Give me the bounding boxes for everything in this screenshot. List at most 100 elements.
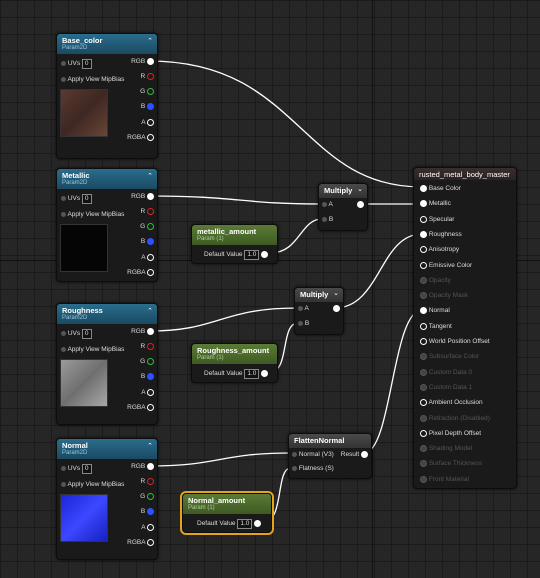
material-input-anisotropy[interactable]: Anisotropy — [420, 246, 459, 253]
output-pin-icon[interactable] — [147, 508, 154, 515]
collapse-chevron-icon[interactable]: ⌃ — [147, 307, 153, 315]
output-pin-icon[interactable] — [147, 223, 154, 230]
uvs-value-field[interactable]: 0 — [81, 59, 92, 69]
material-input-tangent[interactable]: Tangent — [420, 322, 452, 330]
output-a[interactable]: A — [141, 524, 154, 531]
material-input-specular[interactable]: Specular — [420, 215, 454, 223]
input-pin-icon[interactable] — [322, 201, 327, 207]
output-pin-icon[interactable] — [147, 539, 154, 546]
input-pin-icon[interactable] — [420, 460, 427, 468]
multiply-node-roughness[interactable]: Multiply ⌄ A B — [294, 287, 344, 335]
material-input-subsurface-color[interactable]: Subsurface Color — [420, 353, 479, 361]
input-pin-icon[interactable] — [420, 230, 427, 238]
output-pin-icon[interactable] — [147, 269, 154, 276]
input-pin-icon[interactable] — [420, 383, 427, 391]
input-pin-icon[interactable] — [420, 445, 427, 453]
input-pin-icon[interactable] — [420, 475, 427, 483]
input-pin-icon[interactable] — [298, 305, 303, 311]
uvs-value-field[interactable]: 0 — [81, 329, 92, 339]
output-pin-icon[interactable] — [147, 103, 154, 110]
node-header[interactable]: Roughness_amount Param (1) — [192, 344, 277, 364]
node-header[interactable]: Normal_amount Param (1) — [183, 494, 271, 514]
output-a[interactable]: A — [141, 389, 154, 396]
default-value-row[interactable]: Default Value 1.0 — [204, 250, 269, 260]
input-pin-icon[interactable] — [61, 60, 66, 66]
material-input-surface-thickness[interactable]: Surface Thickness — [420, 460, 482, 468]
mipbias-input[interactable]: Apply View MipBias — [61, 481, 124, 488]
material-input-pixel-depth-offset[interactable]: Pixel Depth Offset — [420, 429, 481, 437]
material-input-emissive-color[interactable]: Emissive Color — [420, 261, 472, 269]
node-header[interactable]: FlattenNormal — [289, 434, 371, 448]
output-pin-icon[interactable] — [261, 250, 269, 258]
input-pin-icon[interactable] — [61, 346, 66, 352]
output-pin-icon[interactable] — [147, 358, 154, 365]
input-pin-icon[interactable] — [420, 276, 427, 284]
input-pin-icon[interactable] — [61, 195, 66, 201]
node-header[interactable]: Normal Param2D ⌃ — [57, 439, 157, 459]
collapse-chevron-icon[interactable]: ⌄ — [357, 185, 363, 193]
output-r[interactable]: R — [140, 73, 154, 80]
output-pin-icon[interactable] — [147, 208, 154, 215]
input-normal[interactable]: Normal (V3) — [292, 451, 334, 458]
material-input-refraction-disabled[interactable]: Refraction (Disabled) — [420, 414, 490, 422]
uvs-input[interactable]: UVs 0 — [61, 329, 92, 339]
output-pin-icon[interactable] — [147, 238, 154, 245]
mipbias-input[interactable]: Apply View MipBias — [61, 346, 124, 353]
input-pin-icon[interactable] — [420, 307, 427, 315]
output-rgb[interactable]: RGB — [131, 328, 154, 335]
output-pin-icon[interactable] — [147, 493, 154, 500]
output-r[interactable]: R — [140, 208, 154, 215]
material-input-custom-data-1[interactable]: Custom Data 1 — [420, 383, 472, 391]
output-b[interactable]: B — [141, 103, 154, 110]
texture-node-metallic[interactable]: Metallic Param2D ⌃ UVs 0 Apply View MipB… — [56, 168, 158, 282]
output-pin-icon[interactable] — [147, 524, 154, 531]
input-flatness[interactable]: Flatness (S) — [292, 465, 334, 472]
output-b[interactable]: B — [141, 238, 154, 245]
output-g[interactable]: G — [140, 358, 154, 365]
texture-node-base-color[interactable]: Base_color Param2D ⌃ UVs 0 Apply View Mi… — [56, 33, 158, 159]
output-rgba[interactable]: RGBA — [127, 404, 154, 411]
material-output-node[interactable]: rusted_metal_body_master Base Color Meta… — [413, 167, 517, 489]
default-value-field[interactable]: 1.0 — [244, 369, 260, 379]
output-pin-icon[interactable] — [333, 305, 340, 312]
output-pin-icon[interactable] — [147, 134, 154, 141]
input-pin-icon[interactable] — [61, 211, 66, 217]
node-header[interactable]: Metallic Param2D ⌃ — [57, 169, 157, 189]
input-pin-icon[interactable] — [420, 292, 427, 300]
output-pin-icon[interactable] — [361, 451, 368, 458]
output-pin-icon[interactable] — [147, 88, 154, 95]
output-a[interactable]: A — [141, 254, 154, 261]
uvs-value-field[interactable]: 0 — [81, 194, 92, 204]
node-header[interactable]: Roughness Param2D ⌃ — [57, 304, 157, 324]
material-input-roughness[interactable]: Roughness — [420, 230, 462, 238]
input-pin-icon[interactable] — [61, 330, 66, 336]
input-pin-icon[interactable] — [420, 322, 427, 330]
collapse-chevron-icon[interactable]: ⌄ — [333, 289, 339, 297]
output-rgb[interactable]: RGB — [131, 193, 154, 200]
output-pin-icon[interactable] — [147, 73, 154, 80]
output-g[interactable]: G — [140, 493, 154, 500]
input-pin-icon[interactable] — [420, 185, 427, 192]
input-pin-icon[interactable] — [420, 414, 427, 422]
output-pin-icon[interactable] — [147, 463, 154, 470]
material-input-shading-model[interactable]: Shading Model — [420, 445, 472, 452]
collapse-chevron-icon[interactable]: ⌃ — [147, 442, 153, 450]
input-pin-icon[interactable] — [61, 465, 66, 471]
output-pin-icon[interactable] — [254, 519, 262, 527]
input-pin-icon[interactable] — [322, 216, 327, 222]
input-pin-icon[interactable] — [420, 338, 427, 345]
output-b[interactable]: B — [141, 373, 154, 380]
scalar-param-normal-amount[interactable]: Normal_amount Param (1) Default Value 1.… — [180, 491, 274, 535]
output-pin-icon[interactable] — [261, 369, 269, 377]
default-value-row[interactable]: Default Value 1.0 — [204, 369, 269, 379]
input-pin-icon[interactable] — [420, 429, 427, 437]
input-b[interactable]: B — [298, 320, 309, 327]
node-header[interactable]: Multiply ⌄ — [319, 184, 367, 198]
input-a[interactable]: A — [322, 201, 333, 208]
output-pin-icon[interactable] — [147, 193, 154, 200]
uvs-input[interactable]: UVs 0 — [61, 59, 92, 69]
output-rgba[interactable]: RGBA — [127, 134, 154, 141]
material-input-normal[interactable]: Normal — [420, 307, 450, 315]
output-pin-icon[interactable] — [147, 58, 154, 65]
output-pin-icon[interactable] — [147, 343, 154, 350]
